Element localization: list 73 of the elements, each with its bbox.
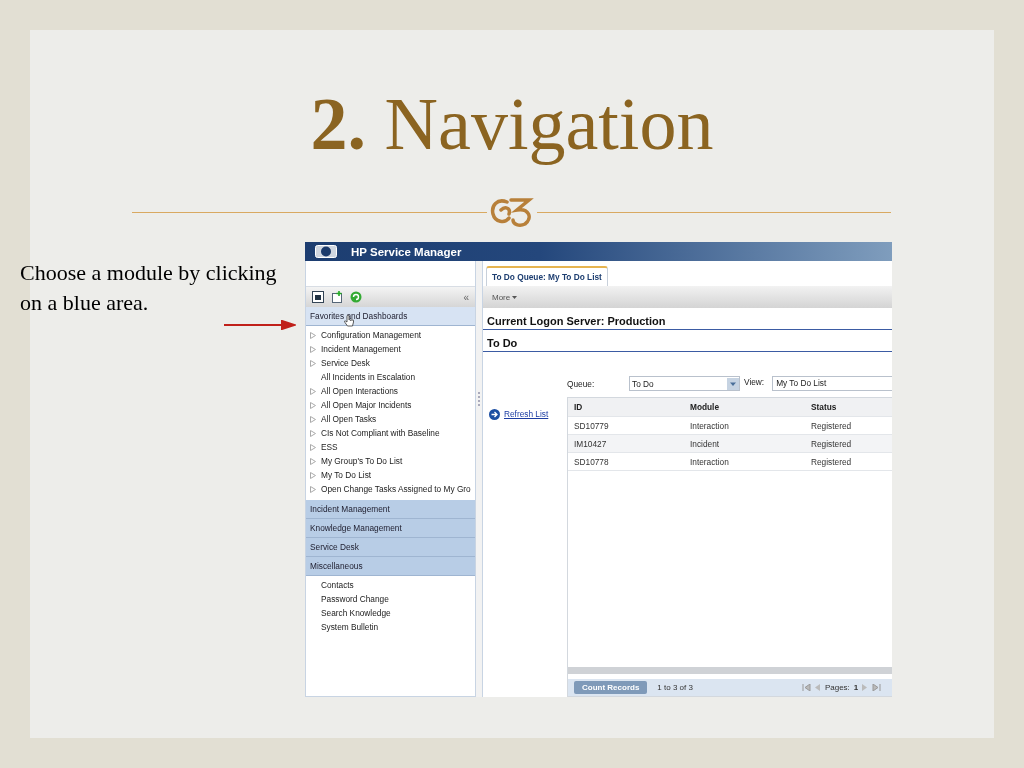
nav-item[interactable]: All Open Interactions [321,386,399,396]
first-page-icon[interactable] [801,684,811,691]
nav-item[interactable]: Contacts [321,580,354,590]
expand-icon[interactable] [310,387,316,395]
nav-item[interactable]: Open Change Tasks Assigned to My Gro [321,484,471,494]
table-cell-text: Interaction [689,420,730,431]
table-cell-text: SD10778 [573,456,610,467]
section-header[interactable]: Service Desk [306,538,475,557]
nav-item[interactable]: Search Knowledge [321,608,391,618]
table-cell-text: Interaction [689,456,730,467]
section-header[interactable]: Miscellaneous [306,557,475,576]
caret-icon [512,295,518,299]
tab[interactable]: To Do Queue: My To Do List [486,266,608,286]
column-header[interactable]: Status [805,402,837,412]
table-cell-text: Registered [810,438,852,449]
app-title: HP Service Manager [351,245,462,258]
table-cell-text: Incident [689,438,721,449]
expand-icon[interactable] [310,401,316,409]
table-cell-text: Registered [810,420,852,431]
section-header[interactable]: Knowledge Management [306,519,475,538]
table-cell-text: IM10427 [573,438,608,449]
section-heading: To Do [483,330,892,352]
column-header[interactable]: ID [568,402,684,412]
nav-item[interactable]: All Open Major Incidents [321,400,412,410]
caption-text: Choose a module by clicking on a blue area. [20,259,278,317]
refresh-link[interactable]: Refresh List [504,409,549,419]
nav-item[interactable]: Incident Management [321,344,401,354]
collapse-button[interactable]: « [463,291,469,303]
view-field[interactable]: My To Do List [772,376,892,391]
record-range: 1 to 3 of 3 [657,683,693,692]
scrollbar[interactable] [568,667,892,674]
expand-icon[interactable] [310,443,316,451]
nav-item[interactable]: CIs Not Compliant with Baseline [321,428,440,438]
expand-icon[interactable] [310,471,316,479]
nav-item[interactable]: My Group's To Do List [321,456,403,466]
expand-icon[interactable] [310,415,316,423]
nav-item[interactable]: ESS [321,442,338,452]
next-page-icon[interactable] [862,684,869,691]
page-number: 1 [853,683,859,692]
arrow-icon [224,320,296,330]
nav-item[interactable]: System Bulletin [321,622,379,632]
expand-icon[interactable] [310,359,316,367]
previous-page-icon[interactable] [814,684,821,691]
nav-item[interactable]: All Incidents in Escalation [321,372,416,382]
nav-item[interactable]: Password Change [321,594,389,604]
queue-select[interactable]: To Do [629,376,740,391]
section-header[interactable]: Incident Management [306,500,475,519]
add-document-icon[interactable] [331,291,343,303]
nav-item[interactable]: Service Desk [321,358,370,368]
logo-icon [315,245,337,258]
last-page-icon[interactable] [872,684,882,691]
section-heading: Current Logon Server: Production [483,308,892,330]
expand-icon[interactable] [310,345,316,353]
window-icon[interactable] [312,291,324,303]
pages-label: Pages: [824,683,850,692]
slide-title: 2. Navigation [310,82,714,166]
column-header[interactable]: Module [684,402,805,412]
dropdown-icon [727,377,739,390]
nav-item[interactable]: My To Do List [321,470,372,480]
expand-icon[interactable] [310,485,316,493]
expand-icon[interactable] [310,429,316,437]
refresh-icon[interactable] [350,291,362,303]
arrow-right-icon[interactable] [489,409,500,420]
queue-label: Queue: [567,378,596,389]
expand-icon[interactable] [310,457,316,465]
ornament-icon [488,196,535,228]
table-cell-text: SD10779 [573,420,610,431]
table-cell-text: Registered [810,456,852,467]
view-label: View: [744,376,765,387]
nav-item[interactable]: All Open Tasks [321,414,377,424]
nav-item[interactable]: Configuration Management [321,330,422,340]
expand-icon[interactable] [310,331,316,339]
more-menu[interactable]: More [492,292,518,302]
